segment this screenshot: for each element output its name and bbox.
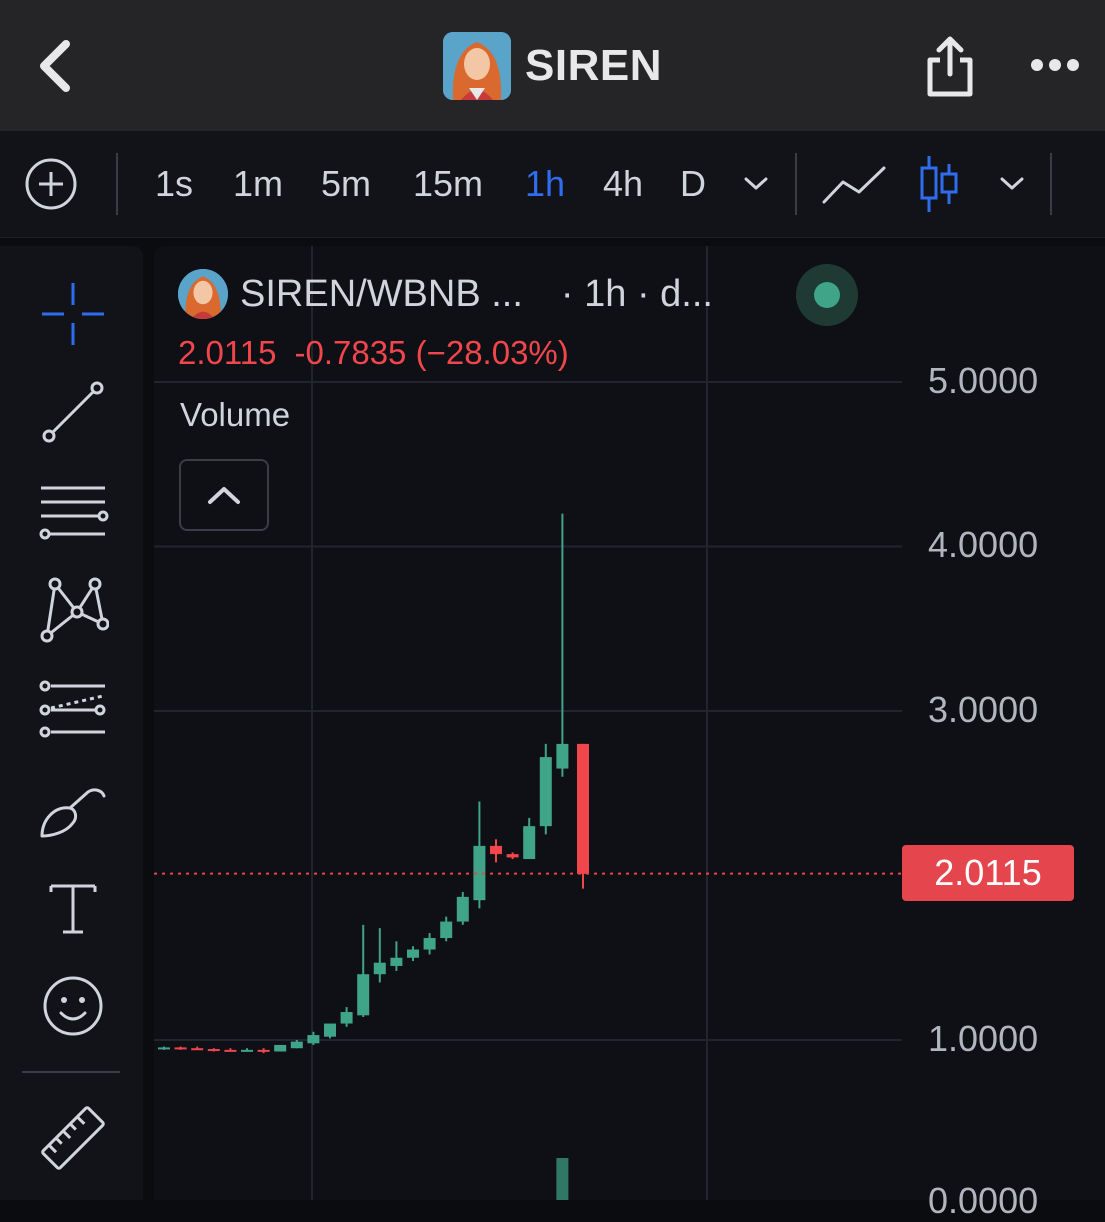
ruler-icon bbox=[41, 1106, 105, 1170]
share-button[interactable] bbox=[922, 34, 978, 100]
trend-line-tool[interactable] bbox=[28, 372, 118, 452]
y-axis-label: 0.0000 bbox=[928, 1180, 1039, 1221]
timeframe-d[interactable]: D bbox=[676, 131, 710, 237]
candle-body bbox=[539, 757, 552, 827]
candle-body bbox=[506, 854, 519, 858]
timeframe-4h[interactable]: 4h bbox=[596, 131, 650, 237]
candle-body bbox=[577, 743, 589, 874]
timeframe-15m[interactable]: 15m bbox=[406, 131, 490, 237]
candle-body bbox=[556, 743, 569, 769]
chevron-down-icon bbox=[1000, 177, 1024, 190]
text-icon bbox=[49, 884, 97, 934]
token-avatar bbox=[178, 269, 228, 319]
text-tool[interactable] bbox=[28, 868, 118, 948]
pattern-tool[interactable] bbox=[28, 568, 118, 648]
back-button[interactable] bbox=[28, 30, 88, 100]
emoji-icon bbox=[43, 976, 103, 1036]
candle-body bbox=[224, 1049, 237, 1052]
y-axis-label: 5.0000 bbox=[928, 360, 1039, 401]
timeframe-1h[interactable]: 1h bbox=[518, 131, 572, 237]
drawing-tools-panel bbox=[0, 246, 143, 1200]
chevron-down-icon bbox=[744, 177, 768, 190]
toolbar-divider bbox=[1050, 153, 1052, 215]
candlestick-icon bbox=[920, 156, 958, 212]
symbol-label: SIREN/WBNB ... bbox=[240, 272, 523, 315]
candle-body bbox=[523, 826, 536, 860]
horizontal-lines-tool[interactable] bbox=[28, 472, 118, 552]
candle-body bbox=[207, 1049, 220, 1052]
candle-body bbox=[373, 962, 386, 975]
brush-icon bbox=[40, 788, 106, 838]
top-bar: SIREN bbox=[0, 0, 1105, 131]
more-button[interactable] bbox=[1028, 48, 1082, 82]
page-title: SIREN bbox=[525, 40, 662, 90]
candle-body bbox=[241, 1049, 253, 1052]
y-axis-label: 1.0000 bbox=[928, 1018, 1039, 1059]
chart-type-dropdown[interactable] bbox=[992, 131, 1032, 237]
timeframe-1m[interactable]: 1m bbox=[226, 131, 290, 237]
volume-label: Volume bbox=[180, 396, 291, 433]
y-axis-label: 3.0000 bbox=[928, 689, 1039, 730]
candle-body bbox=[340, 1012, 353, 1024]
collapse-indicators-button[interactable] bbox=[179, 459, 269, 531]
tools-divider bbox=[22, 1071, 120, 1073]
crosshair-tool[interactable] bbox=[28, 274, 118, 354]
brush-tool[interactable] bbox=[28, 770, 118, 850]
toolbar-divider bbox=[116, 153, 118, 215]
candle-body bbox=[324, 1023, 336, 1037]
candle-body bbox=[423, 938, 436, 950]
candle-body bbox=[407, 949, 419, 958]
live-dot bbox=[814, 282, 840, 308]
timeframe-dropdown[interactable] bbox=[736, 131, 776, 237]
chart-type-candle-button[interactable] bbox=[912, 131, 966, 237]
candle-body bbox=[174, 1047, 187, 1050]
ruler-tool[interactable] bbox=[28, 1098, 118, 1178]
candle-body bbox=[307, 1035, 320, 1044]
horizontal-lines-icon bbox=[39, 486, 109, 540]
fib-lines-icon bbox=[39, 680, 106, 738]
token-avatar bbox=[443, 31, 511, 100]
chart-type-line-button[interactable] bbox=[818, 131, 890, 237]
candle-body bbox=[390, 957, 403, 966]
volume-bar bbox=[556, 1158, 569, 1200]
fib-lines-tool[interactable] bbox=[28, 670, 118, 750]
crosshair-icon bbox=[42, 283, 104, 345]
chart-toolbar: 1s 1m 5m 15m 1h 4h D bbox=[0, 131, 1105, 238]
current-price: 2.0115 bbox=[178, 334, 277, 371]
candle-body bbox=[357, 974, 370, 1016]
trend-line-icon bbox=[42, 381, 104, 443]
plus-circle-icon bbox=[25, 158, 77, 210]
timeframe-1s[interactable]: 1s bbox=[148, 131, 200, 237]
chevron-left-icon bbox=[40, 40, 70, 92]
line-chart-icon bbox=[822, 166, 886, 204]
timeframe-5m[interactable]: 5m bbox=[314, 131, 378, 237]
interval-label: · 1h · d... bbox=[560, 272, 713, 315]
price-change: -0.7835 (−28.03%) bbox=[294, 334, 569, 371]
toolbar-divider bbox=[795, 153, 797, 215]
price-change-row: 2.0115 -0.7835 (−28.03%) bbox=[178, 334, 569, 372]
price-chart[interactable]: SIREN/WBNB ... · 1h · d... 2.0115 -0.783… bbox=[154, 246, 1105, 1221]
live-status-indicator bbox=[796, 264, 858, 326]
candle-body bbox=[440, 921, 453, 939]
token-title: SIREN bbox=[443, 31, 662, 100]
last-price-badge: 2.0115 bbox=[902, 845, 1074, 901]
chevron-up-icon bbox=[208, 487, 240, 504]
candle-body bbox=[456, 896, 469, 922]
candle-body bbox=[257, 1049, 270, 1052]
candle-body bbox=[490, 845, 502, 855]
share-icon bbox=[927, 36, 973, 97]
chart-legend[interactable]: SIREN/WBNB ... · 1h · d... bbox=[178, 266, 713, 322]
pattern-icon bbox=[40, 577, 109, 643]
candle-body bbox=[274, 1044, 287, 1052]
candle-body bbox=[158, 1047, 170, 1050]
candle-body bbox=[191, 1048, 204, 1051]
more-horizontal-icon bbox=[1031, 59, 1079, 71]
y-axis-label: 4.0000 bbox=[928, 524, 1039, 565]
emoji-tool[interactable] bbox=[28, 966, 118, 1046]
candle-body bbox=[290, 1041, 303, 1049]
add-indicator-button[interactable] bbox=[20, 131, 82, 237]
